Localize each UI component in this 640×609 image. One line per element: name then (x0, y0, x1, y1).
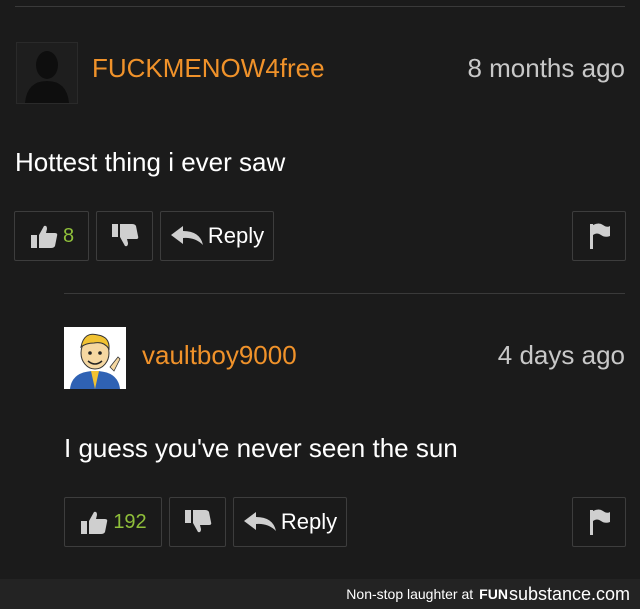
comment-username[interactable]: FUCKMENOW4free (92, 53, 325, 84)
comment-timestamp: 4 days ago (497, 340, 625, 370)
like-button[interactable]: 192 (64, 497, 162, 547)
reply-button[interactable]: Reply (160, 211, 274, 261)
footer-text: Non-stop laughter at (346, 586, 474, 602)
flag-icon (587, 222, 611, 250)
comment-timestamp: 8 months ago (467, 53, 625, 83)
thumbs-down-icon (110, 223, 140, 249)
reply-divider (64, 293, 625, 294)
reply-label: Reply (207, 223, 265, 248)
default-avatar[interactable] (16, 42, 78, 104)
reply-arrow-icon (243, 511, 277, 533)
comment-username[interactable]: vaultboy9000 (142, 340, 297, 371)
comment-text: I guess you've never seen the sun (64, 433, 458, 463)
vaultboy-avatar-image (64, 327, 126, 389)
footer-brand-fun: FUN (479, 586, 508, 602)
thumbs-up-icon (29, 223, 59, 249)
watermark-footer: Non-stop laughter at FUN substance.com (0, 579, 640, 609)
like-count: 192 (113, 510, 147, 533)
flag-icon (587, 508, 611, 536)
reply-arrow-icon (170, 225, 204, 247)
like-count: 8 (62, 224, 75, 247)
person-silhouette-icon (17, 43, 77, 103)
dislike-button[interactable] (96, 211, 153, 261)
like-button[interactable]: 8 (14, 211, 89, 261)
flag-button[interactable] (572, 497, 626, 547)
top-divider (15, 6, 625, 7)
thumbs-up-icon (79, 509, 109, 535)
footer-brand-substance: substance.com (508, 583, 630, 604)
dislike-button[interactable] (169, 497, 226, 547)
vaultboy-avatar[interactable] (64, 327, 126, 389)
thumbs-down-icon (183, 509, 213, 535)
reply-label: Reply (280, 509, 338, 534)
flag-button[interactable] (572, 211, 626, 261)
reply-button[interactable]: Reply (233, 497, 347, 547)
comment-text: Hottest thing i ever saw (15, 147, 286, 177)
